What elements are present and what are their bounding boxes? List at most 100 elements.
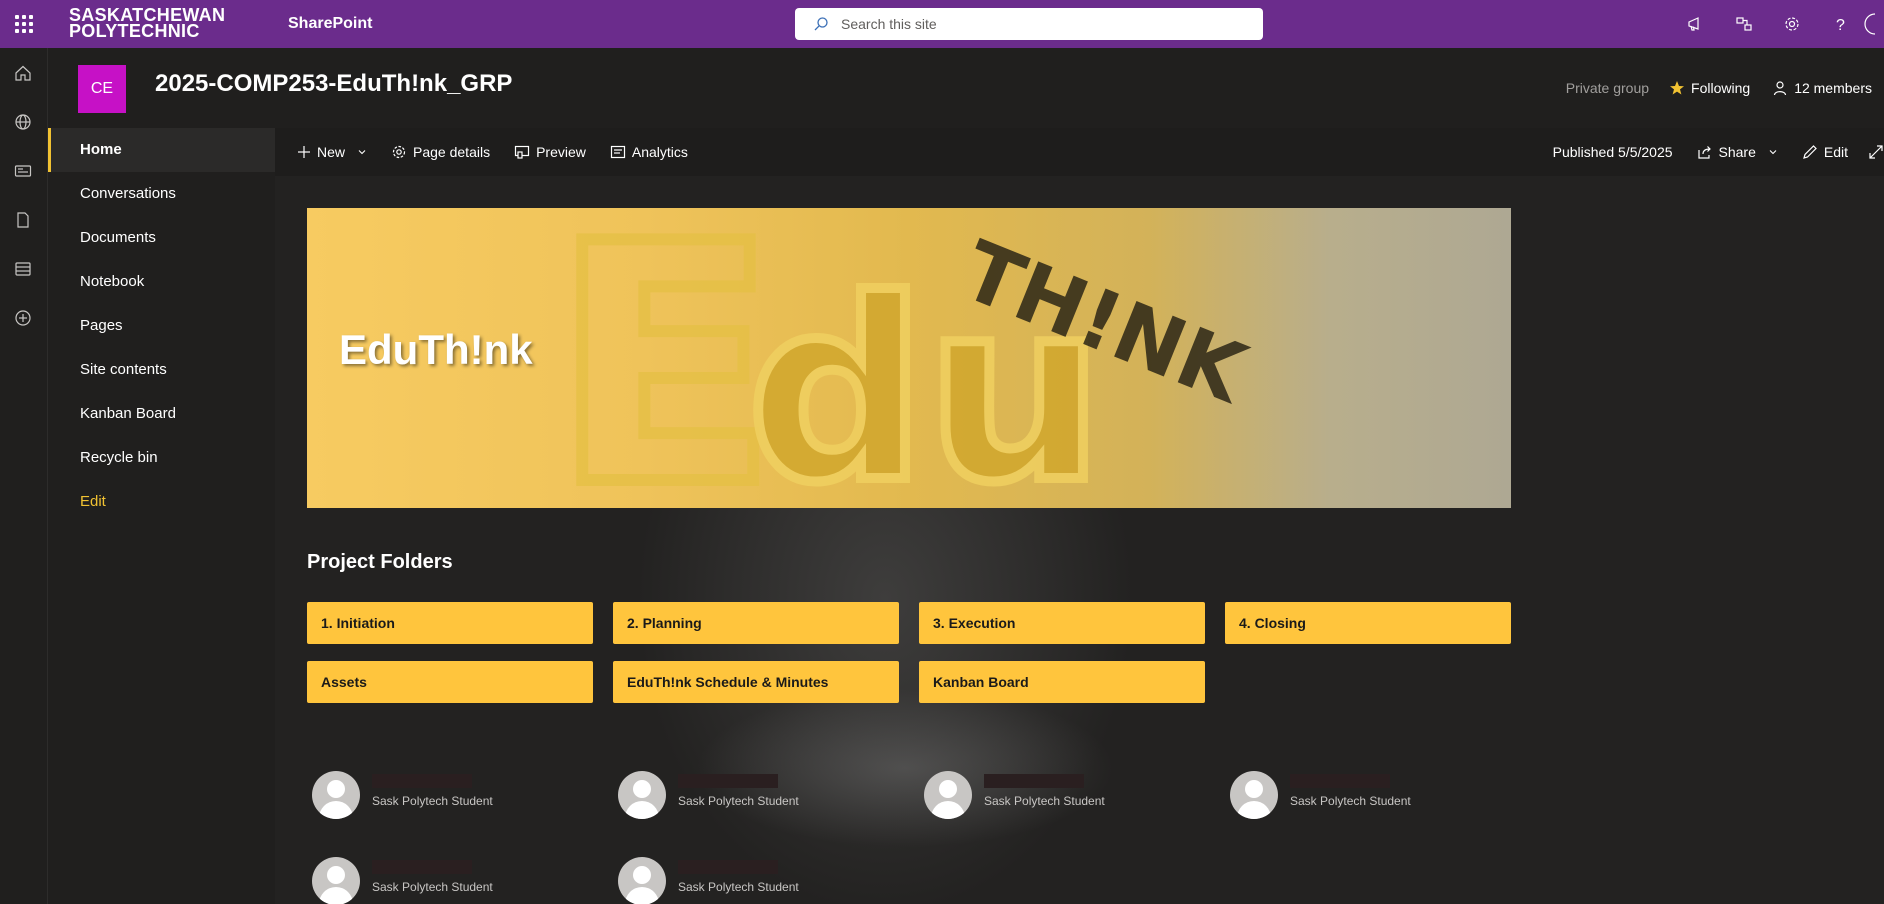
analytics-icon <box>610 145 625 159</box>
nav-item-site-contents[interactable]: Site contents <box>48 348 275 392</box>
globe-icon[interactable] <box>11 110 35 134</box>
avatar <box>312 857 360 904</box>
avatar <box>1230 771 1278 819</box>
folder-button-planning[interactable]: 2. Planning <box>613 602 899 644</box>
folder-button-kanban-board[interactable]: Kanban Board <box>919 661 1205 703</box>
account-icon[interactable] <box>1864 0 1884 48</box>
analytics-button[interactable]: Analytics <box>598 128 700 176</box>
follow-label: Following <box>1691 80 1751 96</box>
preview-icon <box>514 145 530 159</box>
page-details-button[interactable]: Page details <box>379 128 502 176</box>
suite-actions: ? <box>1672 0 1884 48</box>
person-card[interactable]: Sask Polytech Student <box>1230 770 1510 820</box>
pencil-icon <box>1803 145 1817 159</box>
published-status: Published 5/5/2025 <box>1552 144 1673 160</box>
share-label: Share <box>1718 144 1756 160</box>
avatar <box>618 857 666 904</box>
share-button[interactable]: Share <box>1685 128 1790 176</box>
person-card[interactable]: Sask Polytech Student <box>618 856 898 904</box>
person-card[interactable]: Sask Polytech Student <box>312 856 592 904</box>
person-role: Sask Polytech Student <box>678 794 799 808</box>
app-bar <box>0 48 48 904</box>
folder-button-execution[interactable]: 3. Execution <box>919 602 1205 644</box>
hero-banner[interactable]: E du TH!NK EduTh!nk <box>307 208 1511 508</box>
folder-button-initiation[interactable]: 1. Initiation <box>307 602 593 644</box>
share-icon <box>1697 146 1711 159</box>
expand-icon[interactable] <box>1860 128 1884 176</box>
redacted-name <box>1290 774 1390 788</box>
megaphone-icon[interactable] <box>1672 0 1720 48</box>
command-bar: New Page details Preview Analytics Publi… <box>275 128 1884 176</box>
home-icon[interactable] <box>11 61 35 85</box>
nav-item-recycle-bin[interactable]: Recycle bin <box>48 436 275 480</box>
edit-button[interactable]: Edit <box>1790 128 1860 176</box>
svg-text:?: ? <box>1836 17 1845 33</box>
suite-bar: SASKATCHEWAN POLYTECHNIC SharePoint Sear… <box>0 0 1884 48</box>
nav-item-conversations[interactable]: Conversations <box>48 172 275 216</box>
chevron-down-icon <box>1769 150 1777 155</box>
folder-button-schedule-minutes[interactable]: EduTh!nk Schedule & Minutes <box>613 661 899 703</box>
nav-edit-link[interactable]: Edit <box>48 480 275 524</box>
preview-label: Preview <box>536 144 586 160</box>
hero-title: EduTh!nk <box>339 326 533 373</box>
person-card[interactable]: Sask Polytech Student <box>924 770 1204 820</box>
settings-icon <box>392 145 406 159</box>
help-icon[interactable]: ? <box>1816 0 1864 48</box>
hero-logo-letter-e: E <box>552 208 777 508</box>
preview-button[interactable]: Preview <box>502 128 598 176</box>
person-role: Sask Polytech Student <box>372 794 493 808</box>
star-icon <box>1670 81 1685 95</box>
redacted-name <box>678 774 778 788</box>
new-label: New <box>317 144 346 160</box>
gear-icon[interactable] <box>1768 0 1816 48</box>
folder-button-closing[interactable]: 4. Closing <box>1225 602 1511 644</box>
person-role: Sask Polytech Student <box>1290 794 1411 808</box>
site-logo[interactable]: CE <box>78 65 126 113</box>
avatar <box>312 771 360 819</box>
redacted-name <box>678 860 778 874</box>
chevron-down-icon <box>358 150 366 155</box>
site-title[interactable]: 2025-COMP253-EduTh!nk_GRP <box>155 70 512 98</box>
page-details-label: Page details <box>413 144 491 160</box>
search-icon <box>814 17 828 31</box>
avatar <box>618 771 666 819</box>
person-role: Sask Polytech Student <box>678 880 799 894</box>
org-logo[interactable]: SASKATCHEWAN POLYTECHNIC <box>69 6 225 41</box>
search-box[interactable]: Search this site <box>795 8 1263 40</box>
nav-item-documents[interactable]: Documents <box>48 216 275 260</box>
section-title-project-folders: Project Folders <box>307 551 453 573</box>
page-canvas: New Page details Preview Analytics Publi… <box>275 128 1884 904</box>
list-icon[interactable] <box>11 257 35 281</box>
redacted-name <box>372 860 472 874</box>
members-button[interactable]: 12 members <box>1772 80 1872 96</box>
person-icon <box>1774 81 1787 96</box>
person-card[interactable]: Sask Polytech Student <box>618 770 898 820</box>
share-network-icon[interactable] <box>1720 0 1768 48</box>
person-card[interactable]: Sask Polytech Student <box>312 770 592 820</box>
folder-button-assets[interactable]: Assets <box>307 661 593 703</box>
avatar <box>924 771 972 819</box>
members-label: 12 members <box>1794 80 1872 96</box>
privacy-label: Private group <box>1565 80 1650 96</box>
site-meta: Private group Following 12 members <box>1566 80 1872 96</box>
site-navigation: Home Conversations Documents Notebook Pa… <box>48 128 275 904</box>
news-icon[interactable] <box>11 159 35 183</box>
org-logo-line2: POLYTECHNIC <box>69 21 200 41</box>
redacted-name <box>984 774 1084 788</box>
edit-label: Edit <box>1823 144 1848 160</box>
follow-button[interactable]: Following <box>1669 80 1750 96</box>
nav-item-pages[interactable]: Pages <box>48 304 275 348</box>
search-input[interactable]: Search this site <box>841 16 937 32</box>
add-icon <box>298 146 310 158</box>
nav-item-home[interactable]: Home <box>48 128 275 172</box>
nav-item-notebook[interactable]: Notebook <box>48 260 275 304</box>
file-icon[interactable] <box>11 208 35 232</box>
waffle-icon[interactable] <box>12 12 36 36</box>
person-role: Sask Polytech Student <box>984 794 1105 808</box>
analytics-label: Analytics <box>631 144 688 160</box>
new-button[interactable]: New <box>285 128 379 176</box>
add-circle-icon[interactable] <box>11 306 35 330</box>
nav-item-kanban-board[interactable]: Kanban Board <box>48 392 275 436</box>
app-name[interactable]: SharePoint <box>288 15 372 33</box>
redacted-name <box>372 774 472 788</box>
